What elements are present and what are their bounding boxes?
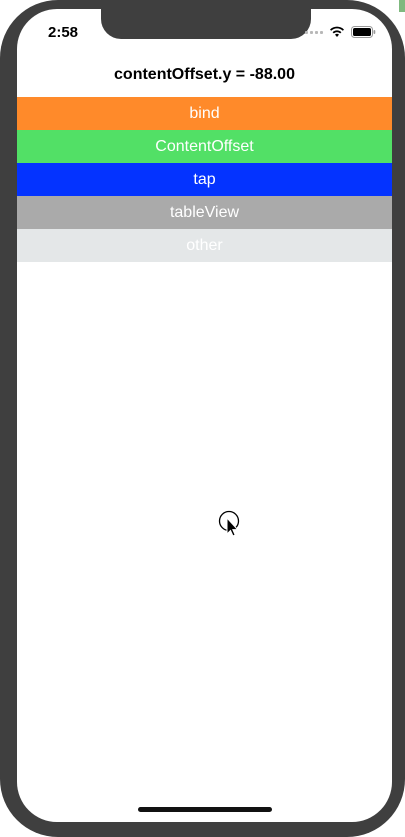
menu-list: bind ContentOffset tap tableView other: [17, 97, 392, 262]
notch: [101, 9, 311, 39]
menu-item-contentoffset[interactable]: ContentOffset: [17, 130, 392, 163]
edge-mark: [399, 0, 405, 12]
home-indicator[interactable]: [138, 807, 272, 812]
screen: 2:58 contentOffset.y = -88.00 bind Conte…: [17, 9, 392, 822]
menu-item-other[interactable]: other: [17, 229, 392, 262]
wifi-icon: [329, 26, 345, 38]
signal-icon: [305, 30, 323, 34]
menu-item-tableview[interactable]: tableView: [17, 196, 392, 229]
menu-item-tap[interactable]: tap: [17, 163, 392, 196]
status-time: 2:58: [48, 24, 79, 41]
pointer-cursor-icon: [218, 510, 240, 538]
page-title: contentOffset.y = -88.00: [114, 66, 295, 83]
status-icons: [305, 26, 376, 38]
menu-item-bind[interactable]: bind: [17, 97, 392, 130]
battery-icon: [351, 26, 376, 38]
